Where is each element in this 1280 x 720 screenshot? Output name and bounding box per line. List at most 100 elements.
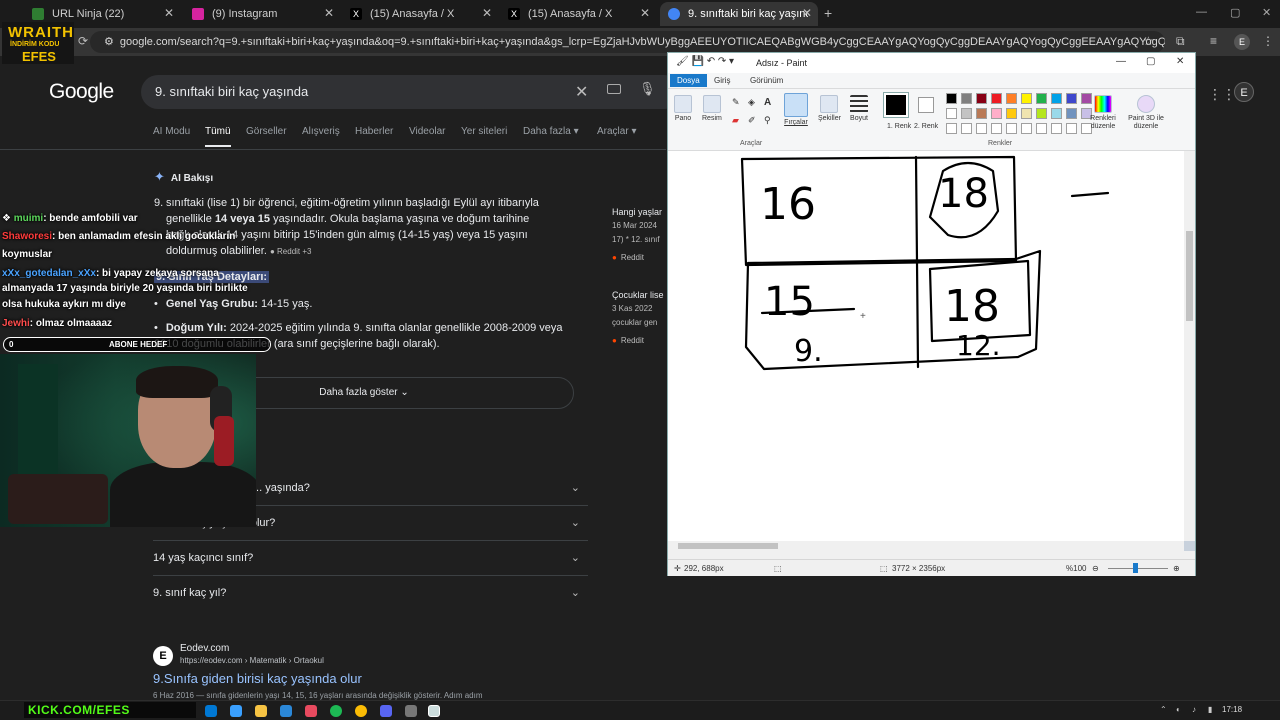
keyboard-icon[interactable] [607, 84, 621, 94]
zoom-slider-thumb[interactable] [1133, 563, 1138, 573]
close-tab-icon[interactable]: ✕ [802, 6, 812, 20]
paint3d-button[interactable]: Paint 3D ile düzenle [1124, 95, 1168, 131]
image-button[interactable]: Resim [702, 95, 722, 122]
source-card[interactable]: Çocuklar lise 3 Kas 2022 çocuklar gen Re… [612, 288, 668, 348]
palette-swatch[interactable] [1066, 93, 1077, 104]
brushes-button[interactable]: Fırçalar [784, 93, 808, 126]
color-1-swatch[interactable] [883, 92, 909, 118]
quick-access-icons[interactable]: 🖌 💾 ↶ ↷ ▾ [676, 56, 734, 67]
palette-swatch-empty[interactable] [1066, 123, 1077, 134]
search-box[interactable]: 9. sınıftaki biri kaç yaşında ✕ 🎙 [141, 75, 681, 109]
source-chip[interactable]: ● Reddit +3 [270, 247, 312, 256]
browser-menu-icon[interactable]: ⋮ [1262, 34, 1274, 48]
discord-icon[interactable] [380, 705, 392, 717]
result-title[interactable]: 9.Sınıfa giden birisi kaç yaşında olur [153, 671, 362, 686]
reading-list-icon[interactable]: ≡ [1210, 34, 1217, 48]
battery-icon[interactable]: ▮ [1208, 705, 1212, 714]
tab-shopping[interactable]: Alışveriş [302, 126, 340, 137]
clock[interactable]: 17:18 [1222, 705, 1242, 714]
palette-swatch[interactable] [961, 93, 972, 104]
tab-images[interactable]: Görseller [246, 126, 287, 137]
palette-swatch-empty[interactable] [1036, 123, 1047, 134]
maximize-icon[interactable]: ▢ [1230, 6, 1240, 19]
paa-item[interactable]: 9. sınıf kaç yıl? ⌄ [153, 576, 588, 611]
zoom-in-icon[interactable]: ⊕ [1173, 564, 1180, 573]
palette-swatch[interactable] [961, 108, 972, 119]
magnifier-icon[interactable]: ⚲ [764, 115, 771, 126]
vertical-scrollbar[interactable] [1184, 151, 1195, 541]
microphone-icon[interactable]: 🎙 [639, 81, 656, 97]
menu-home[interactable]: Giriş [714, 76, 730, 85]
mail-icon[interactable] [280, 705, 292, 717]
minimize-icon[interactable]: — [1196, 6, 1207, 18]
network-icon[interactable]: ◐ [1176, 705, 1181, 714]
tab-more[interactable]: Daha fazla ▾ [523, 126, 579, 137]
palette-swatch[interactable] [1036, 93, 1047, 104]
close-tab-icon[interactable]: ✕ [482, 6, 492, 20]
clipboard-button[interactable]: Pano [674, 95, 692, 122]
palette-swatch[interactable] [1021, 93, 1032, 104]
chrome-icon[interactable] [355, 705, 367, 717]
menu-file[interactable]: Dosya [670, 74, 707, 87]
address-bar[interactable]: ⚙ google.com/search?q=9.+sınıftaki+biri+k… [90, 31, 1165, 53]
fill-icon[interactable]: ◈ [748, 97, 755, 108]
palette-swatch-empty[interactable] [946, 123, 957, 134]
clear-search-icon[interactable]: ✕ [575, 82, 588, 102]
close-tab-icon[interactable]: ✕ [324, 6, 334, 20]
paa-item[interactable]: 14 yaş kaçıncı sınıf? ⌄ [153, 541, 588, 576]
file-explorer-icon[interactable] [255, 705, 267, 717]
minimize-icon[interactable]: — [1116, 56, 1126, 67]
google-logo[interactable]: Google [49, 80, 114, 104]
reload-icon[interactable]: ⟳ [78, 34, 88, 48]
palette-swatch-empty[interactable] [1021, 123, 1032, 134]
edit-colors-button[interactable]: Renkleri düzenle [1086, 95, 1120, 131]
zoom-slider[interactable] [1108, 568, 1168, 569]
tab-tools[interactable]: Araçlar ▾ [597, 126, 636, 137]
color-picker-icon[interactable]: ✐ [748, 115, 756, 126]
browser-tab[interactable]: (9) Instagram ✕ [184, 2, 340, 26]
tab-videos[interactable]: Videolar [409, 126, 446, 137]
volume-icon[interactable]: ♪ [1192, 705, 1196, 714]
palette-swatch[interactable] [1006, 93, 1017, 104]
palette-swatch-empty[interactable] [1006, 123, 1017, 134]
palette-swatch-empty[interactable] [991, 123, 1002, 134]
menu-view[interactable]: Görünüm [750, 76, 783, 85]
spotify-icon[interactable] [330, 705, 342, 717]
palette-swatch[interactable] [946, 93, 957, 104]
color-2-swatch[interactable] [918, 97, 934, 113]
browser-tab-active[interactable]: 9. sınıftaki biri kaç yaşında - Go ✕ [660, 2, 818, 26]
pencil-icon[interactable]: ✎ [732, 97, 740, 108]
tab-sites[interactable]: Yer siteleri [461, 126, 507, 137]
size-button[interactable]: Boyut [850, 95, 868, 122]
settings-icon[interactable] [405, 705, 417, 717]
paint-taskbar-icon[interactable] [428, 705, 440, 717]
palette-swatch-empty[interactable] [976, 123, 987, 134]
close-tab-icon[interactable]: ✕ [640, 6, 650, 20]
paint-canvas[interactable]: 16 18 15 18 9. 12. + [668, 151, 1184, 541]
palette-swatch[interactable] [946, 108, 957, 119]
palette-swatch[interactable] [991, 108, 1002, 119]
new-tab-icon[interactable]: + [824, 5, 832, 21]
palette-swatch[interactable] [1006, 108, 1017, 119]
extensions-icon[interactable]: ⧉ [1176, 34, 1185, 49]
palette-swatch-empty[interactable] [1051, 123, 1062, 134]
palette-swatch[interactable] [991, 93, 1002, 104]
edge-icon[interactable] [205, 705, 217, 717]
close-tab-icon[interactable]: ✕ [164, 6, 174, 20]
maximize-icon[interactable]: ▢ [1146, 56, 1155, 67]
close-window-icon[interactable]: ✕ [1262, 6, 1271, 19]
google-account-avatar[interactable]: E [1234, 82, 1254, 102]
zoom-out-icon[interactable]: ⊖ [1092, 564, 1099, 573]
browser-tab[interactable]: X (15) Anasayfa / X ✕ [500, 2, 656, 26]
app-icon[interactable] [305, 705, 317, 717]
tab-all[interactable]: Tümü [205, 126, 231, 147]
palette-swatch[interactable] [1036, 108, 1047, 119]
palette-swatch[interactable] [976, 93, 987, 104]
search-input[interactable]: 9. sınıftaki biri kaç yaşında [155, 84, 308, 99]
horizontal-scrollbar[interactable] [668, 541, 1184, 551]
shapes-button[interactable]: Şekiller [818, 95, 841, 122]
tray-chevron-icon[interactable]: ⌃ [1160, 705, 1167, 714]
browser-tab[interactable]: X (15) Anasayfa / X ✕ [342, 2, 498, 26]
site-info-icon[interactable]: ⚙ [104, 36, 114, 48]
source-card[interactable]: Hangi yaşlar 16 Mar 2024 17) * 12. sınıf… [612, 205, 668, 265]
